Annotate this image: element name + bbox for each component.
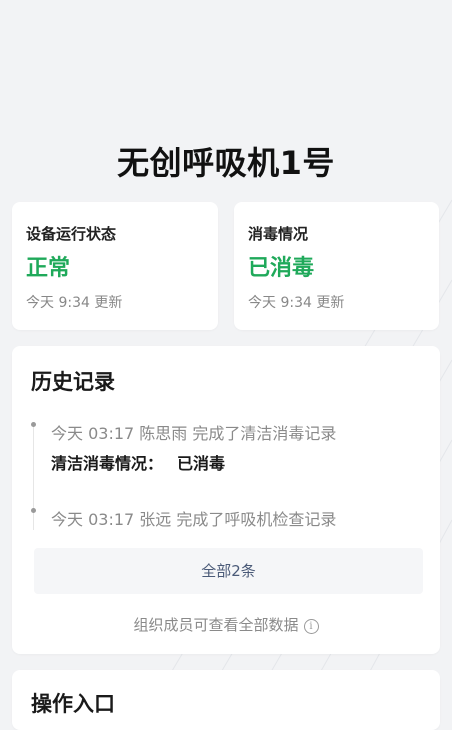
device-status-value: 正常: [26, 256, 71, 281]
history-title: 历史记录: [31, 370, 115, 394]
disinfection-status-card[interactable]: 消毒情况 已消毒 今天 9:34 更新: [234, 202, 439, 330]
disinfection-status-label: 消毒情况: [248, 225, 309, 243]
history-entry-detail: 清洁消毒情况： 已消毒: [51, 450, 225, 474]
footnote-text: 组织成员可查看全部数据: [133, 616, 299, 634]
view-all-button[interactable]: 全部2条: [34, 548, 423, 594]
timeline-line: [33, 426, 34, 530]
operations-card: 操作入口: [12, 670, 440, 730]
device-status-time: 今天 9:34 更新: [26, 295, 123, 311]
history-entry-detail-value: 已消毒: [177, 454, 226, 473]
device-status-card[interactable]: 设备运行状态 正常 今天 9:34 更新: [12, 202, 218, 330]
history-entry-text: 今天 03:17 陈思雨 完成了清洁消毒记录: [51, 424, 337, 443]
disinfection-status-value: 已消毒: [248, 256, 315, 281]
history-footnote: 组织成员可查看全部数据 i: [12, 614, 440, 635]
page-title: 无创呼吸机1号: [117, 144, 335, 182]
info-icon[interactable]: i: [303, 619, 319, 634]
timeline-dot: [31, 422, 36, 427]
disinfection-status-time: 今天 9:34 更新: [248, 295, 345, 311]
timeline-dot: [31, 508, 36, 513]
history-entry-text: 今天 03:17 张远 完成了呼吸机检查记录: [51, 510, 337, 529]
operations-title: 操作入口: [31, 692, 115, 716]
history-entry-detail-label: 清洁消毒情况：: [51, 454, 164, 473]
history-card: 历史记录 今天 03:17 陈思雨 完成了清洁消毒记录 清洁消毒情况： 已消毒 今…: [12, 346, 440, 654]
device-status-label: 设备运行状态: [26, 225, 117, 243]
